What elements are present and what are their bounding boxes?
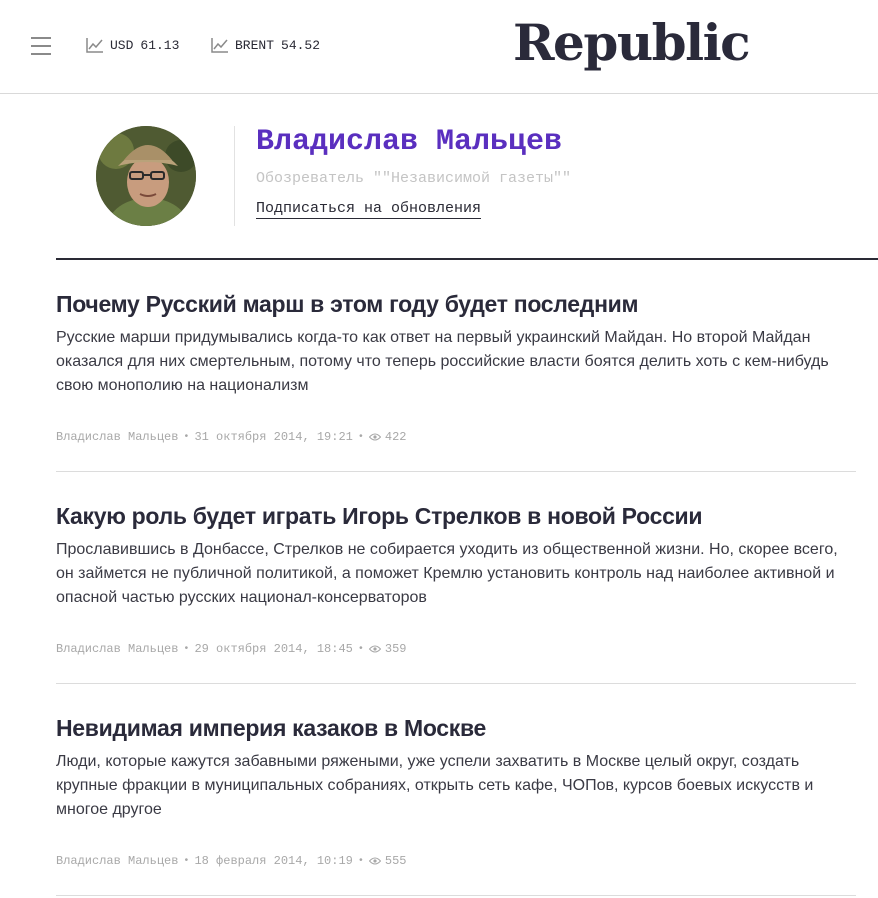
article-item: Какую роль будет играть Игорь Стрелков в… xyxy=(56,502,856,684)
eye-icon xyxy=(368,433,381,441)
article-meta: Владислав Мальцев • 31 октября 2014, 19:… xyxy=(56,430,407,444)
article-meta: Владислав Мальцев • 29 октября 2014, 18:… xyxy=(56,642,407,656)
meta-separator: • xyxy=(183,643,190,655)
chart-trend-icon xyxy=(211,38,228,53)
author-profile: Владислав Мальцев Обозреватель ""Независ… xyxy=(96,126,656,226)
article-date: 29 октября 2014, 18:45 xyxy=(194,642,353,656)
author-role: Обозреватель ""Независимой газеты"" xyxy=(256,170,572,187)
ticker-label: BRENT xyxy=(235,37,275,53)
article-title[interactable]: Какую роль будет играть Игорь Стрелков в… xyxy=(56,502,856,530)
author-name: Владислав Мальцев xyxy=(256,125,563,159)
article-title[interactable]: Почему Русский марш в этом году будет по… xyxy=(56,290,856,318)
author-divider xyxy=(234,126,235,226)
article-author[interactable]: Владислав Мальцев xyxy=(56,430,178,444)
article-lead: Прославившись в Донбассе, Стрелков не со… xyxy=(56,541,838,606)
ticker-brent[interactable]: BRENT 54.52 xyxy=(211,37,320,53)
article-date: 31 октября 2014, 19:21 xyxy=(194,430,353,444)
meta-separator: • xyxy=(357,431,364,443)
article-author[interactable]: Владислав Мальцев xyxy=(56,854,178,868)
ticker-value: 61.13 xyxy=(140,37,180,53)
article-divider xyxy=(56,895,856,896)
article-views: 359 xyxy=(384,642,407,656)
article-date: 18 февраля 2014, 10:19 xyxy=(194,854,353,868)
article-views: 555 xyxy=(384,854,407,868)
section-divider xyxy=(56,258,878,260)
meta-separator: • xyxy=(183,855,190,867)
meta-separator: • xyxy=(183,431,190,443)
article-item: Невидимая империя казаков в Москве Люди,… xyxy=(56,714,856,896)
article-divider xyxy=(56,471,856,472)
ticker-usd[interactable]: USD 61.13 xyxy=(86,37,179,53)
eye-icon xyxy=(368,645,381,653)
article-author[interactable]: Владислав Мальцев xyxy=(56,642,178,656)
article-item: Почему Русский марш в этом году будет по… xyxy=(56,290,856,472)
meta-separator: • xyxy=(357,643,364,655)
site-header: USD 61.13 BRENT 54.52 Republic xyxy=(0,0,878,94)
article-lead: Люди, которые кажутся забавными ряжеными… xyxy=(56,753,814,818)
article-lead: Русские марши придумывались когда-то как… xyxy=(56,329,829,394)
article-views: 422 xyxy=(384,430,407,444)
article-meta: Владислав Мальцев • 18 февраля 2014, 10:… xyxy=(56,854,407,868)
article-title[interactable]: Невидимая империя казаков в Москве xyxy=(56,714,856,742)
hamburger-menu-icon[interactable] xyxy=(31,37,51,55)
avatar xyxy=(96,126,196,226)
meta-separator: • xyxy=(357,855,364,867)
ticker-value: 54.52 xyxy=(281,37,321,53)
subscribe-link[interactable]: Подписаться на обновления xyxy=(256,200,482,219)
eye-icon xyxy=(368,857,381,865)
ticker-label: USD xyxy=(110,37,134,53)
site-logo[interactable]: Republic xyxy=(513,8,751,78)
chart-trend-icon xyxy=(86,38,103,53)
article-divider xyxy=(56,683,856,684)
